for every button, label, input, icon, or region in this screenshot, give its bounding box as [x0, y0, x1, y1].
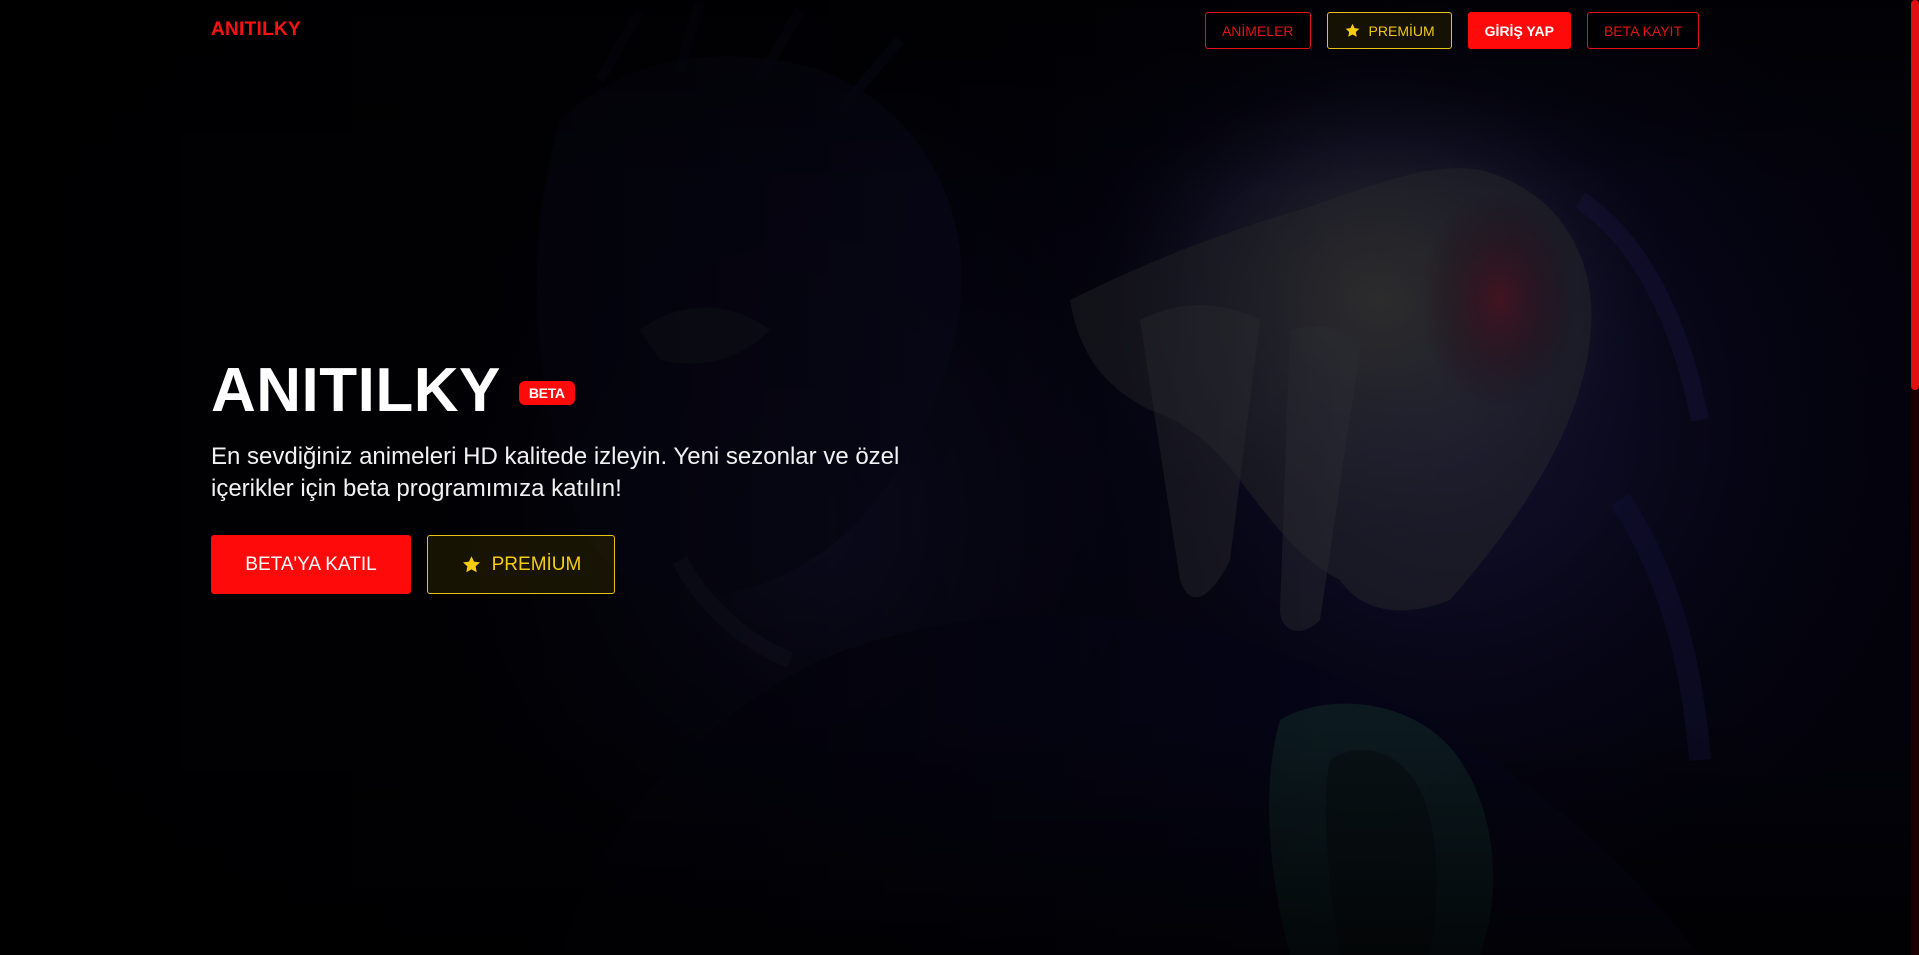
brand-logo[interactable]: ANITILKY — [211, 19, 301, 41]
animes-button[interactable]: ANİMELER — [1204, 12, 1311, 49]
nav-actions: ANİMELER PREMİUM GİRİŞ YAP BETA KAYIT — [1204, 12, 1699, 49]
login-button[interactable]: GİRİŞ YAP — [1467, 12, 1571, 49]
beta-signup-button[interactable]: BETA KAYIT — [1586, 12, 1699, 49]
page-scrollbar[interactable] — [1911, 0, 1919, 955]
animes-button-label: ANİMELER — [1221, 22, 1294, 39]
hero-section: ANITILKY BETA En sevdiğiniz animeleri HD… — [211, 355, 971, 594]
hero-actions: BETA'YA KATIL PREMİUM — [211, 535, 971, 594]
top-navigation: ANITILKY ANİMELER PREMİUM GİRİŞ YAP BETA… — [0, 0, 1919, 62]
join-beta-button[interactable]: BETA'YA KATIL — [211, 535, 411, 594]
join-beta-label: BETA'YA KATIL — [245, 553, 377, 575]
star-icon — [462, 556, 480, 573]
landing-page: ANITILKY ANİMELER PREMİUM GİRİŞ YAP BETA… — [0, 0, 1919, 955]
premium-cta-label: PREMİUM — [491, 553, 582, 575]
hero-title-row: ANITILKY BETA — [211, 355, 971, 427]
beta-signup-label: BETA KAYIT — [1603, 22, 1682, 39]
premium-cta-button[interactable]: PREMİUM — [427, 535, 615, 594]
hero-title: ANITILKY — [211, 356, 501, 425]
hero-description: En sevdiğiniz animeleri HD kalitede izle… — [211, 443, 900, 502]
star-icon — [1345, 23, 1359, 37]
login-button-label: GİRİŞ YAP — [1484, 22, 1554, 39]
premium-nav-button[interactable]: PREMİUM — [1326, 12, 1452, 49]
beta-badge: BETA — [518, 381, 575, 405]
premium-nav-label: PREMİUM — [1368, 22, 1435, 39]
scrollbar-thumb[interactable] — [1911, 0, 1919, 390]
